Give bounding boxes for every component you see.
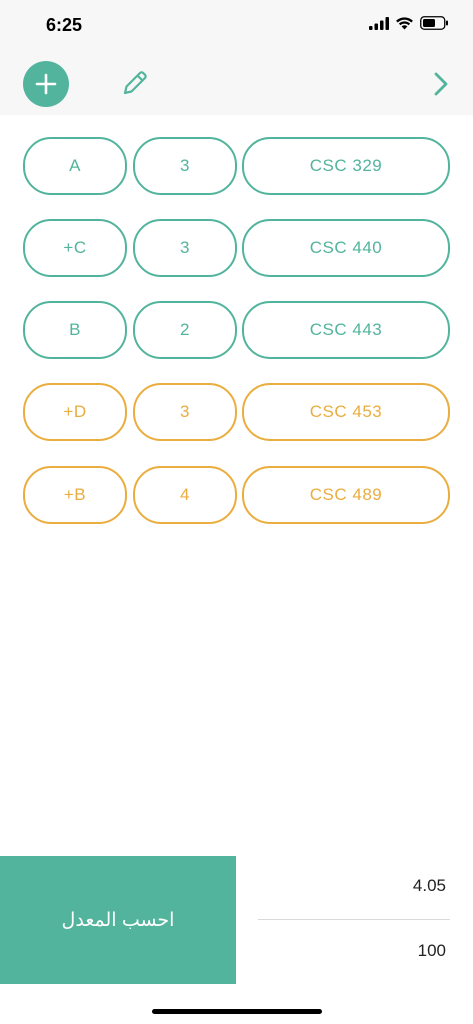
- edit-button[interactable]: [120, 68, 150, 98]
- course-row: A 3 CSC 329: [0, 137, 473, 195]
- total-value: 100: [417, 941, 446, 960]
- course-field[interactable]: CSC 443: [242, 301, 450, 359]
- course-row: B 2 CSC 443: [0, 301, 473, 359]
- course-row: +C 3 CSC 440: [0, 219, 473, 277]
- course-field[interactable]: CSC 329: [242, 137, 450, 195]
- course-field[interactable]: CSC 440: [242, 219, 450, 277]
- toolbar: [0, 52, 473, 115]
- credits-field[interactable]: 3: [133, 383, 237, 441]
- status-icons: [369, 16, 449, 30]
- status-time: 6:25: [46, 15, 83, 35]
- next-button[interactable]: [430, 70, 452, 98]
- divider: [258, 919, 450, 920]
- calculate-gpa-button[interactable]: احسب المعدل: [0, 856, 236, 984]
- chevron-right-icon: [434, 72, 448, 96]
- grade-field[interactable]: +C: [23, 219, 127, 277]
- gpa-value: 4.05: [412, 876, 446, 895]
- credits-field[interactable]: 4: [133, 466, 237, 524]
- course-field[interactable]: CSC 453: [242, 383, 450, 441]
- home-indicator: [152, 1009, 322, 1014]
- course-row: +B 4 CSC 489: [0, 466, 473, 524]
- credits-field[interactable]: 3: [133, 219, 237, 277]
- signal-icon: [369, 16, 389, 30]
- course-field[interactable]: CSC 489: [242, 466, 450, 524]
- credits-field[interactable]: 2: [133, 301, 237, 359]
- status-bar: 6:25: [0, 0, 473, 52]
- wifi-icon: [396, 17, 413, 30]
- grade-field[interactable]: +B: [23, 466, 127, 524]
- plus-icon: [35, 73, 57, 95]
- grade-field[interactable]: B: [23, 301, 127, 359]
- battery-icon: [420, 16, 448, 30]
- grade-field[interactable]: +D: [23, 383, 127, 441]
- course-row: +D 3 CSC 453: [0, 383, 473, 441]
- grade-field[interactable]: A: [23, 137, 127, 195]
- add-course-button[interactable]: [23, 61, 69, 107]
- credits-field[interactable]: 3: [133, 137, 237, 195]
- pencil-icon: [123, 71, 147, 95]
